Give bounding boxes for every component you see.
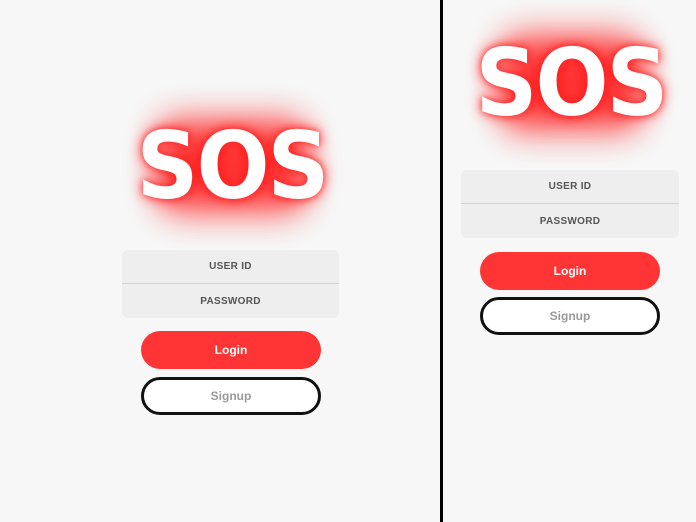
comparison-stage: SOS USER ID PASSWORD Login Signup SOS US… bbox=[0, 0, 696, 522]
signup-button[interactable]: Signup bbox=[141, 377, 321, 415]
password-field[interactable]: PASSWORD bbox=[461, 204, 679, 238]
login-screen-left: SOS USER ID PASSWORD Login Signup bbox=[0, 0, 441, 522]
signup-button[interactable]: Signup bbox=[480, 297, 660, 335]
login-button[interactable]: Login bbox=[141, 331, 321, 369]
logo-text: SOS bbox=[136, 111, 330, 220]
password-field[interactable]: PASSWORD bbox=[122, 284, 339, 318]
sos-logo: SOS bbox=[476, 29, 669, 137]
login-button[interactable]: Login bbox=[480, 252, 660, 290]
credentials-form: USER ID PASSWORD bbox=[122, 250, 339, 318]
login-screen-right: SOS USER ID PASSWORD Login Signup bbox=[443, 0, 696, 522]
user-id-field[interactable]: USER ID bbox=[122, 250, 339, 284]
sos-logo: SOS bbox=[137, 112, 330, 220]
credentials-form: USER ID PASSWORD bbox=[461, 170, 679, 238]
user-id-field[interactable]: USER ID bbox=[461, 170, 679, 204]
logo-text: SOS bbox=[475, 28, 669, 137]
